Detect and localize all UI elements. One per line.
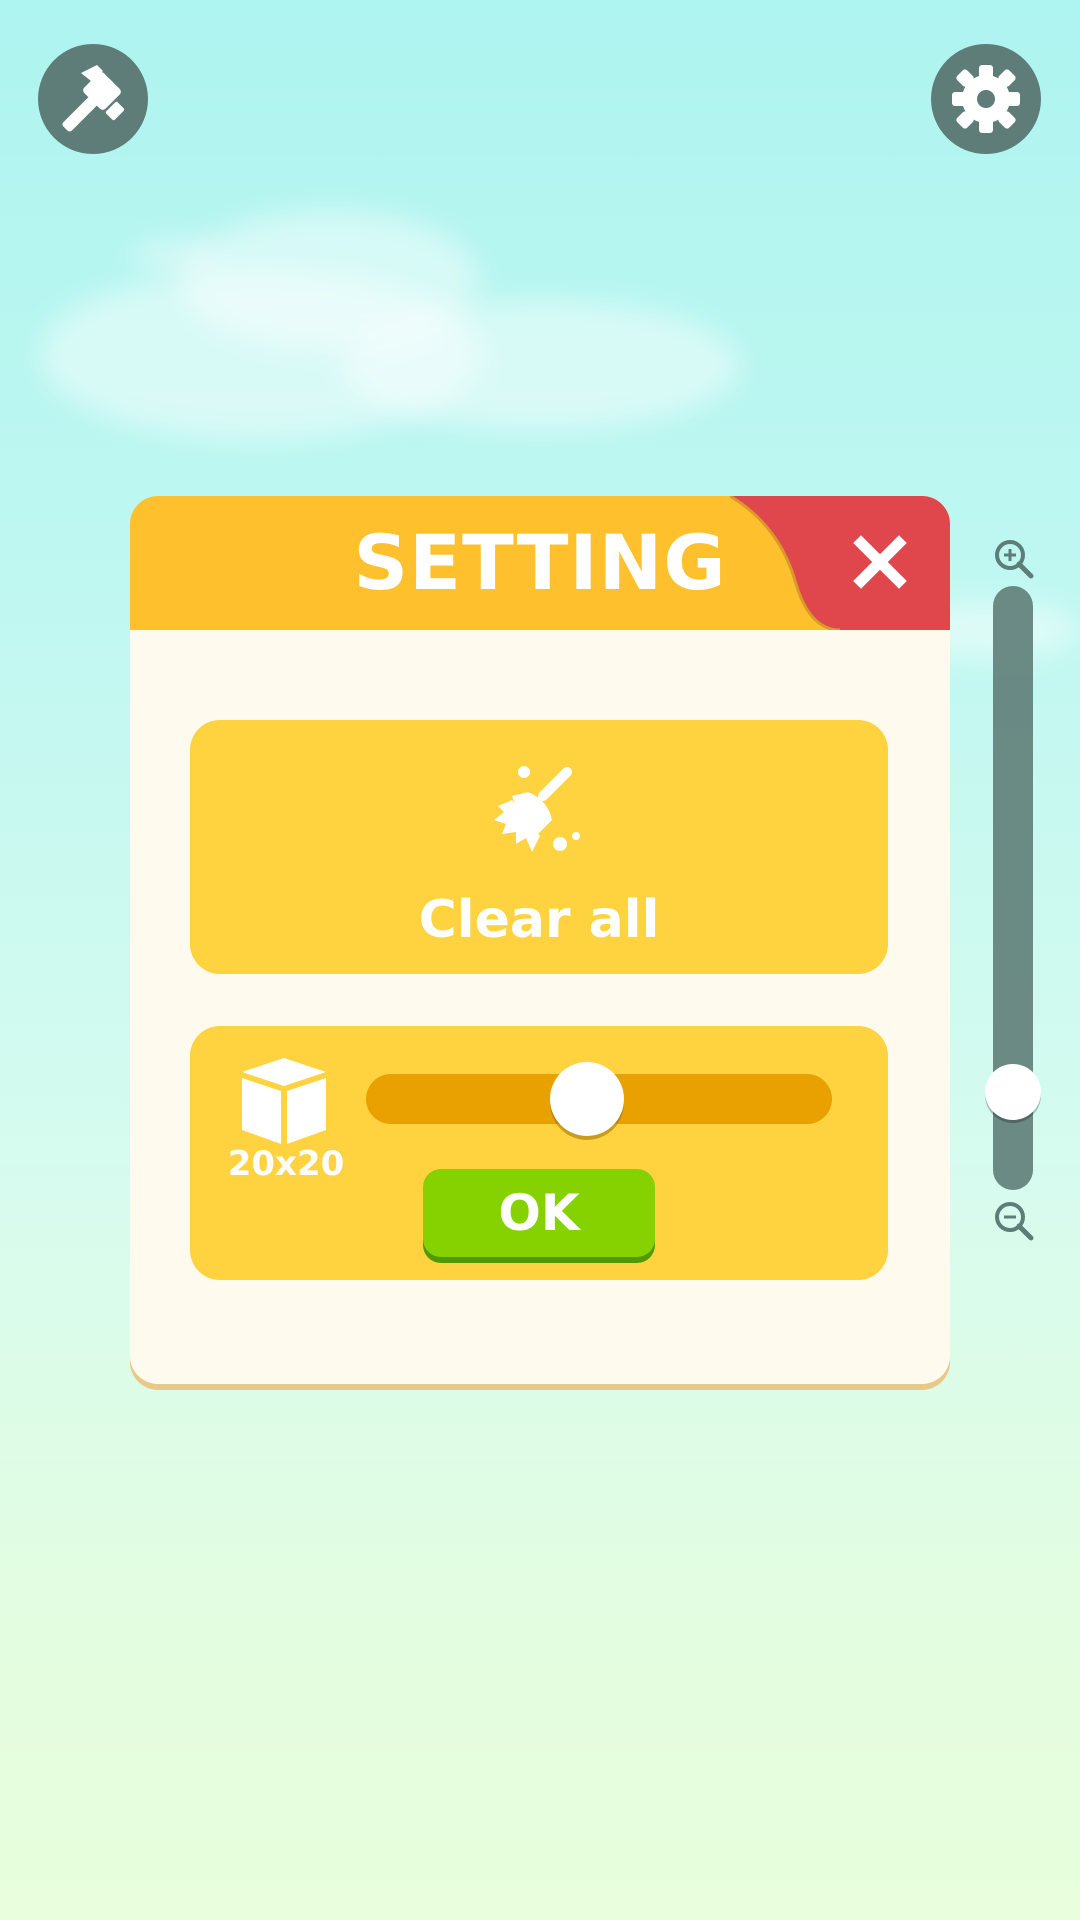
settings-dialog: SETTING Clear all 20x20 OK [130,496,950,1384]
slider-knob[interactable] [550,1062,625,1136]
grid-size-card: 20x20 OK [190,1026,888,1280]
grid-size-label: 20x20 [227,1144,345,1184]
build-button[interactable] [38,44,148,154]
hammer-icon [62,65,125,132]
gear-icon [952,65,1020,133]
clear-all-button[interactable]: Clear all [190,720,888,974]
cube-icon [242,1058,326,1144]
ok-button[interactable]: OK [423,1169,655,1257]
settings-button[interactable] [931,44,1041,154]
clear-all-label: Clear all [418,890,660,950]
grid-size-slider[interactable] [366,1062,832,1136]
zoom-in-icon[interactable] [993,538,1035,580]
zoom-slider-knob[interactable] [985,1064,1041,1121]
broom-icon [494,766,580,852]
zoom-out-icon[interactable] [993,1200,1035,1242]
dialog-title: SETTING [353,518,727,607]
